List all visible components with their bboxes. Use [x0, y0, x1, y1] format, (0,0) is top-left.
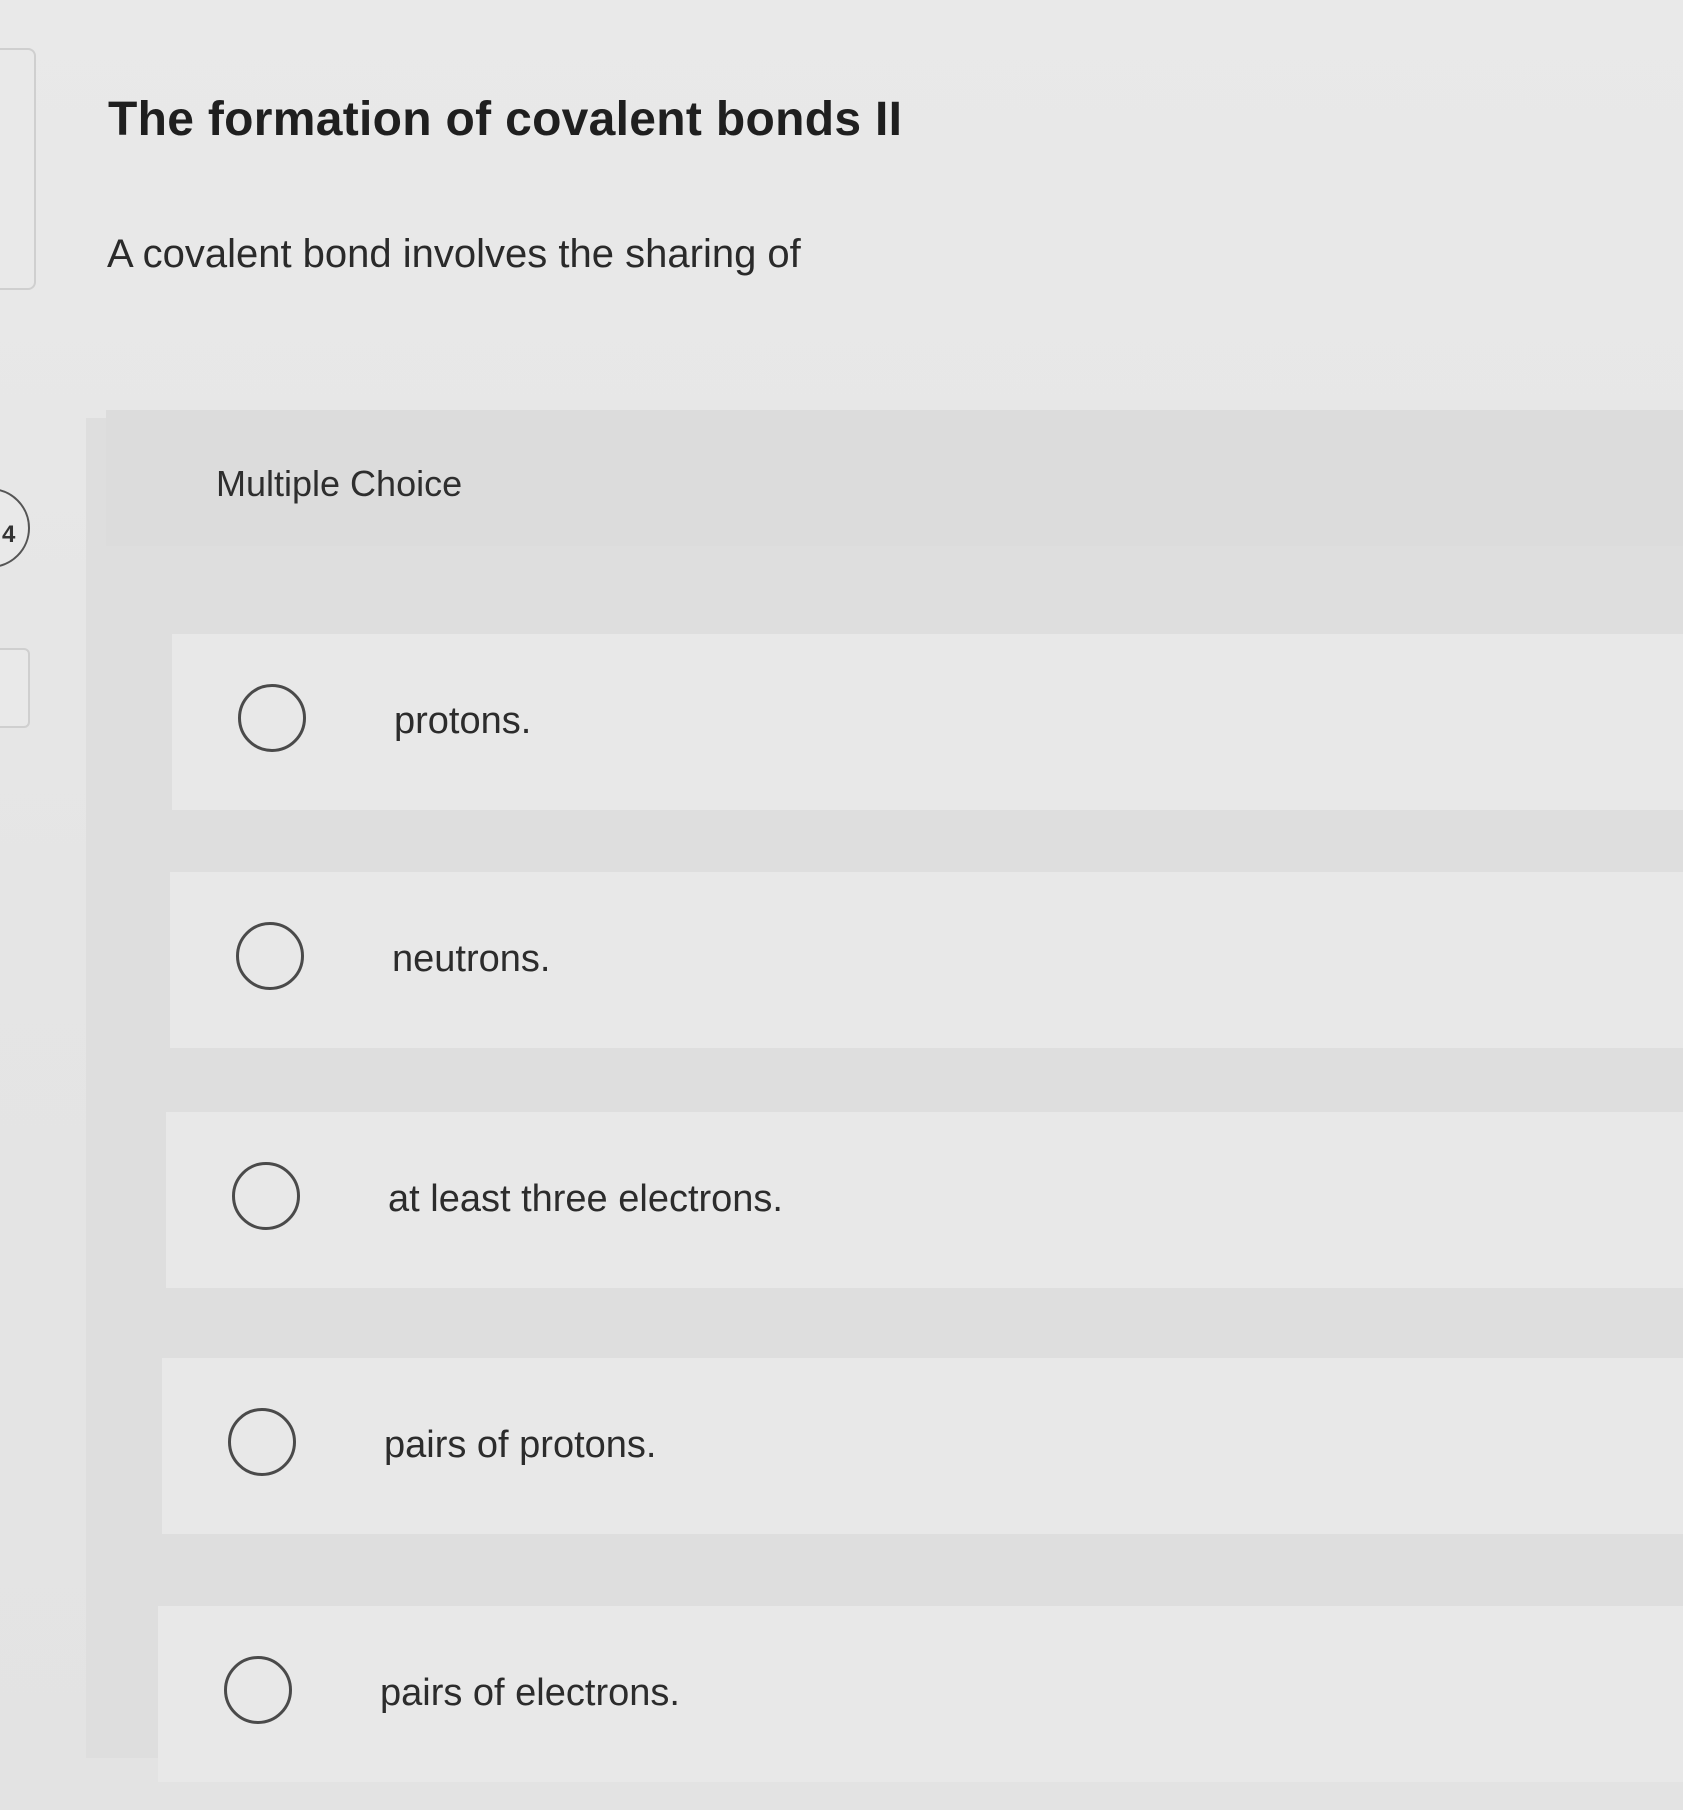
- answer-option[interactable]: protons.: [172, 634, 1683, 810]
- answer-option[interactable]: neutrons.: [170, 872, 1683, 1048]
- radio-button[interactable]: [232, 1162, 300, 1230]
- answer-panel: [86, 418, 1683, 1758]
- page: 4 The formation of covalent bonds II A c…: [0, 0, 1683, 1810]
- question-type-label: Multiple Choice: [216, 463, 463, 504]
- side-panel-tab[interactable]: [0, 48, 36, 290]
- radio-button[interactable]: [224, 1656, 292, 1724]
- side-panel-toggle[interactable]: [0, 648, 30, 728]
- question-prompt: A covalent bond involves the sharing of: [107, 232, 801, 276]
- question-number: 4: [2, 521, 16, 548]
- answer-option-label: protons.: [394, 700, 532, 742]
- answer-option[interactable]: at least three electrons.: [166, 1112, 1683, 1288]
- answer-option[interactable]: pairs of protons.: [162, 1358, 1683, 1534]
- radio-button[interactable]: [238, 684, 306, 752]
- answer-option-label: pairs of electrons.: [380, 1672, 680, 1714]
- radio-button[interactable]: [236, 922, 304, 990]
- answer-option-label: at least three electrons.: [388, 1178, 783, 1220]
- answer-option[interactable]: pairs of electrons.: [158, 1606, 1683, 1782]
- radio-button[interactable]: [228, 1408, 296, 1476]
- answer-option-label: pairs of protons.: [384, 1424, 657, 1466]
- answer-option-label: neutrons.: [392, 938, 551, 980]
- question-title: The formation of covalent bonds II: [108, 93, 903, 146]
